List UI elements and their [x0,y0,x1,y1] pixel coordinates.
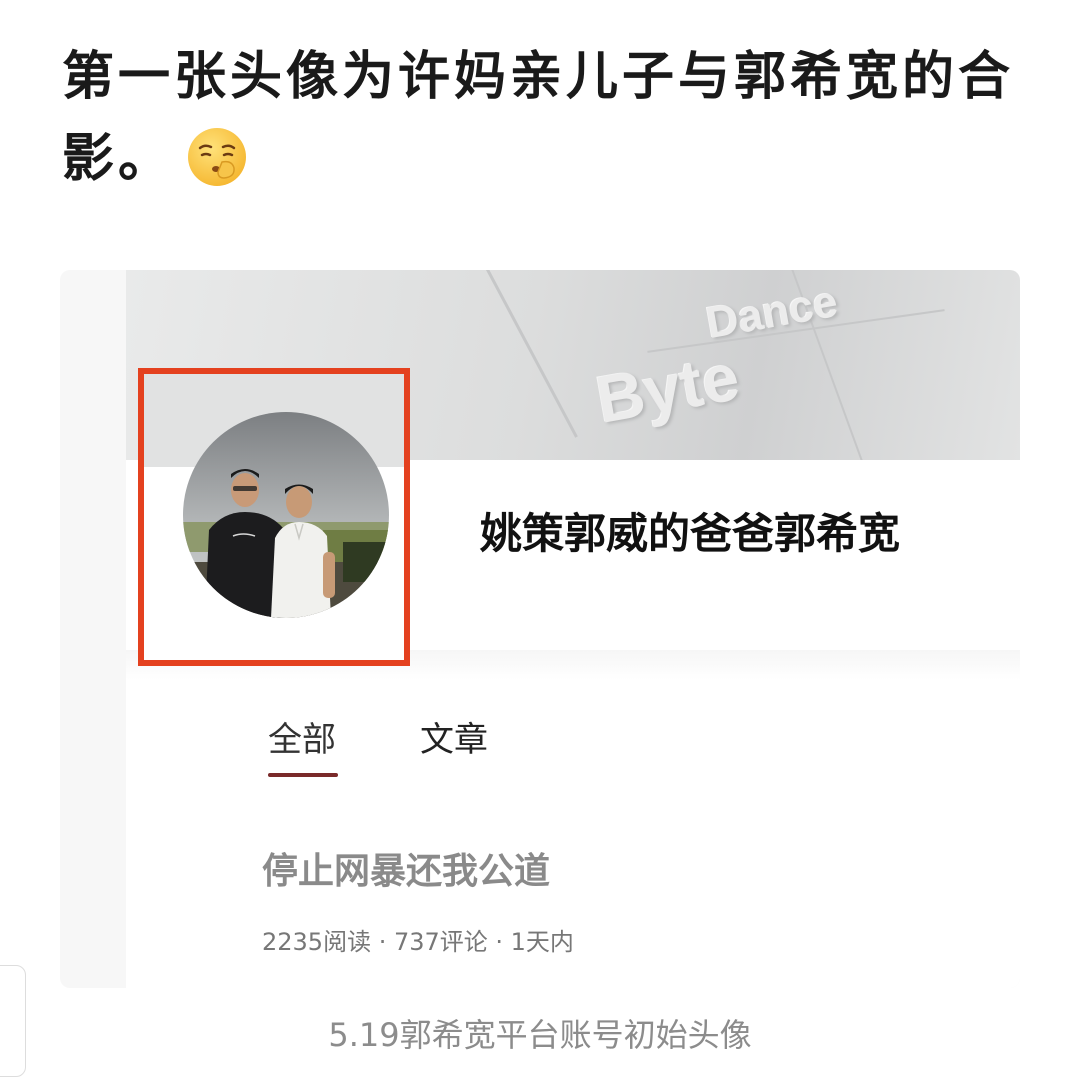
article-meta: 2235阅读 · 737评论 · 1天内 [262,928,574,956]
avatar-photo-icon [183,412,389,618]
banner-line [486,270,578,438]
profile-name: 姚策郭威的爸爸郭希宽 [480,509,901,558]
banner-word-dance: Dance [702,276,842,349]
shushing-face-emoji-icon [186,126,248,188]
image-caption: 5.19郭希宽平台账号初始头像 [328,1016,752,1054]
article-title[interactable]: 停止网暴还我公道 [262,842,550,894]
banner-word-byte: Byte [590,339,745,437]
tab-articles[interactable]: 文章 [420,712,488,761]
tab-all[interactable]: 全部 [268,712,336,761]
avatar-highlight-box [138,368,410,666]
avatar[interactable] [183,412,389,618]
post-text-block: 第一张头像为许妈亲儿子与郭希宽的合影。 [62,36,1042,200]
tab-active-underline [268,773,338,777]
